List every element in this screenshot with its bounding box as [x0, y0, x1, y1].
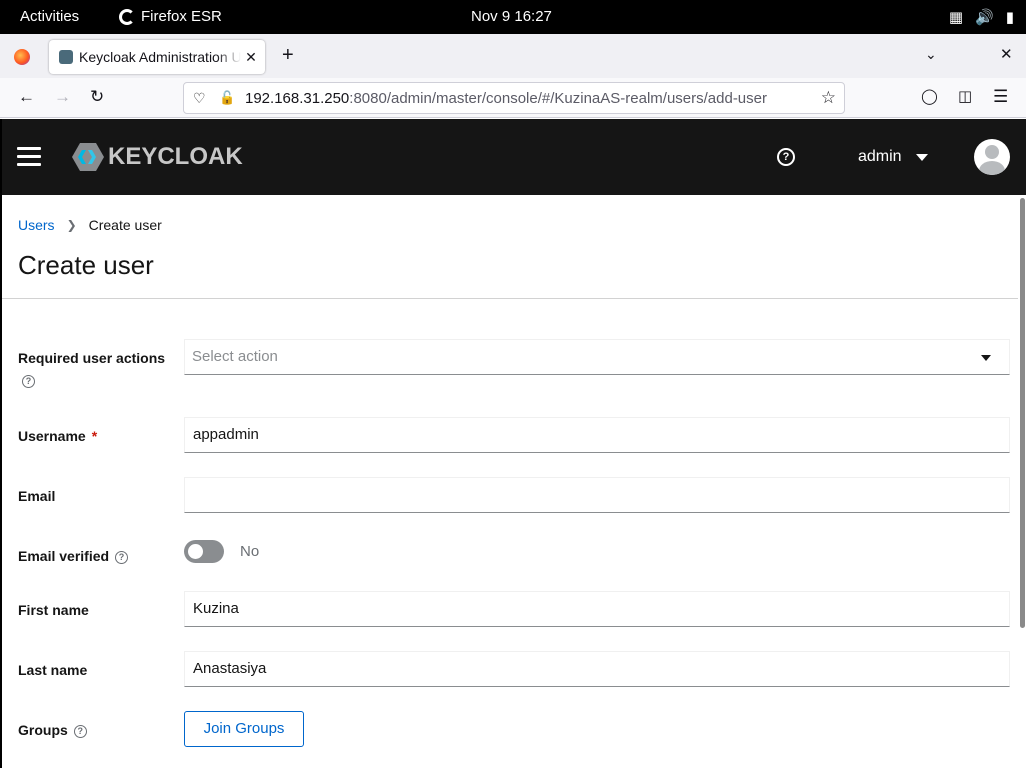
required-actions-help-icon[interactable]: ? — [22, 375, 35, 388]
user-dropdown[interactable]: admin — [858, 148, 928, 166]
extensions-icon[interactable]: ◫ — [958, 87, 972, 105]
activities-button[interactable]: Activities — [20, 8, 79, 25]
required-asterisk: * — [91, 428, 98, 444]
groups-label: Groups? — [18, 722, 87, 738]
page-scrollbar[interactable] — [1020, 198, 1025, 628]
address-bar[interactable]: ♡ 🔓 192.168.31.250:8080/admin/master/con… — [183, 82, 845, 114]
pocket-icon[interactable]: ◯ — [921, 87, 938, 105]
caret-down-icon — [915, 153, 928, 161]
caret-down-icon — [981, 355, 991, 361]
last-name-label: Last name — [18, 662, 88, 678]
new-tab-icon[interactable]: + — [282, 44, 294, 67]
help-icon[interactable]: ? — [777, 148, 795, 166]
page-title: Create user — [18, 250, 154, 280]
keycloak-masthead: KEYCLOAK ? admin — [2, 119, 1026, 195]
tab-title: Keycloak Administration UI — [79, 49, 241, 65]
keycloak-logo-icon — [70, 141, 106, 173]
url-path: :8080/admin/master/console/#/KuzinaAS-re… — [349, 89, 767, 107]
app-menu-icon[interactable]: ☰ — [993, 87, 1008, 107]
bookmark-star-icon[interactable]: ☆ — [821, 88, 836, 108]
first-name-field[interactable]: Kuzina — [184, 591, 1010, 627]
email-verified-label: Email verified? — [18, 548, 129, 564]
clock[interactable]: Nov 9 16:27 — [471, 8, 552, 25]
system-tray[interactable]: ▦ 🔊 ▮ — [949, 8, 1014, 26]
groups-label-text: Groups — [18, 722, 68, 738]
app-menu[interactable]: Firefox ESR — [119, 8, 222, 25]
breadcrumb: Users ❯ Create user — [18, 217, 162, 233]
avatar[interactable] — [974, 139, 1010, 175]
email-verified-state: No — [240, 543, 260, 560]
close-window-icon[interactable]: ✕ — [1000, 45, 1013, 63]
email-label: Email — [18, 488, 56, 504]
breadcrumb-users-link[interactable]: Users — [18, 217, 55, 233]
volume-icon[interactable]: 🔊 — [975, 8, 994, 26]
forward-arrow-icon[interactable]: → — [54, 87, 71, 107]
email-verified-toggle[interactable] — [184, 540, 224, 563]
browser-nav-bar: ← → ↻ ♡ 🔓 192.168.31.250:8080/admin/mast… — [0, 78, 1026, 118]
tracking-shield-icon[interactable]: ♡ — [193, 90, 209, 107]
first-name-label: First name — [18, 602, 89, 618]
browser-tab-bar: Keycloak Administration UI ✕ + ⌄ ✕ — [0, 34, 1026, 78]
email-verified-label-text: Email verified — [18, 548, 110, 564]
page-header-section: Users ❯ Create user Create user — [2, 195, 1018, 299]
groups-help-icon[interactable]: ? — [73, 724, 87, 738]
email-field[interactable] — [184, 477, 1010, 513]
keycloak-logo-text: KEYCLOAK — [108, 143, 243, 170]
required-actions-label: Required user actions — [18, 350, 165, 366]
firefox-view-icon[interactable] — [14, 49, 30, 65]
breadcrumb-current: Create user — [88, 217, 162, 233]
browser-tab-active[interactable]: Keycloak Administration UI ✕ — [49, 40, 265, 74]
required-actions-label-text: Required user actions — [18, 350, 166, 366]
url-host: 192.168.31.250 — [245, 89, 350, 107]
keycloak-logo[interactable]: KEYCLOAK — [70, 141, 243, 173]
url-text[interactable]: 192.168.31.250:8080/admin/master/console… — [245, 90, 767, 107]
battery-icon[interactable]: ▮ — [1006, 8, 1014, 26]
insecure-lock-icon[interactable]: 🔓 — [219, 90, 237, 106]
username-label: admin — [858, 148, 902, 165]
email-verified-help-icon[interactable]: ? — [115, 550, 129, 564]
app-name: Firefox ESR — [141, 8, 222, 25]
last-name-field[interactable]: Anastasiya — [184, 651, 1010, 687]
firefox-icon — [119, 8, 135, 25]
required-actions-select[interactable]: Select action — [184, 339, 1010, 375]
chevron-right-icon: ❯ — [66, 218, 77, 232]
network-icon[interactable]: ▦ — [949, 8, 963, 26]
join-groups-button[interactable]: Join Groups — [184, 711, 304, 747]
username-field[interactable]: appadmin — [184, 417, 1010, 453]
keycloak-favicon-icon — [59, 50, 73, 64]
tab-close-icon[interactable]: ✕ — [241, 49, 261, 66]
list-all-tabs-chevron-icon[interactable]: ⌄ — [925, 46, 937, 63]
username-label: Username * — [18, 428, 97, 444]
back-arrow-icon[interactable]: ← — [18, 87, 35, 107]
nav-toggle-hamburger-icon[interactable] — [17, 147, 41, 167]
system-top-bar: Activities Firefox ESR Nov 9 16:27 ▦ 🔊 ▮ — [0, 0, 1026, 34]
required-actions-placeholder: Select action — [192, 348, 278, 365]
reload-icon[interactable]: ↻ — [90, 87, 104, 107]
username-label-text: Username — [18, 428, 86, 444]
